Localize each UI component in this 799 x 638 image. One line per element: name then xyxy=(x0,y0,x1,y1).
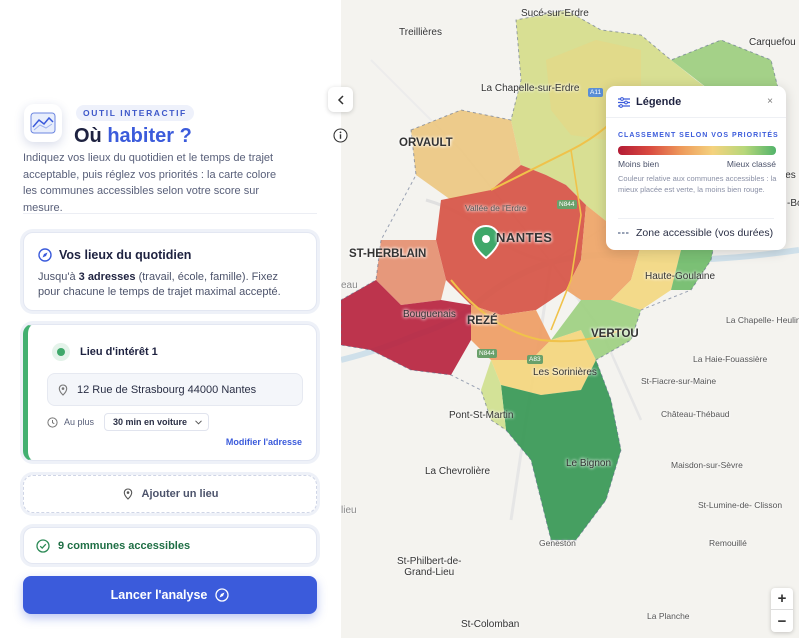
check-circle-icon xyxy=(36,538,50,553)
legend-zone-row: Zone accessible (vos durées) xyxy=(618,227,773,239)
map-label: Maisdon-sur-Sèvre xyxy=(671,460,743,470)
add-place-button[interactable]: Ajouter un lieu xyxy=(23,475,317,513)
sliders-icon xyxy=(618,96,630,108)
dashed-line-icon xyxy=(618,232,630,234)
pin-icon xyxy=(123,488,132,500)
place-status-dot xyxy=(52,343,70,361)
map-label: REZÉ xyxy=(467,315,498,327)
title-accent: habiter ? xyxy=(107,125,192,147)
legend-low: Moins bien xyxy=(618,159,660,169)
place-label: Lieu d'intérêt 1 xyxy=(80,346,158,358)
legend-title: Légende xyxy=(636,96,682,108)
map-label: ST-HERBLAIN xyxy=(349,248,427,260)
place-heading: Lieu d'intérêt 1 xyxy=(52,343,158,361)
zoom-in-button[interactable]: + xyxy=(771,588,793,610)
map-label: Sucé-sur-Erdre xyxy=(521,8,589,19)
run-analysis-label: Lancer l'analyse xyxy=(110,588,208,602)
divider xyxy=(23,213,317,214)
map-label: Vallée de l'Erdre xyxy=(465,203,527,213)
travel-mode-value: 30 min en voiture xyxy=(113,417,188,427)
place-card: Lieu d'intérêt 1 12 Rue de Strasbourg 44… xyxy=(23,324,317,461)
map-label: La Planche xyxy=(647,611,690,621)
address-value: 12 Rue de Strasbourg 44000 Nantes xyxy=(77,383,257,396)
map-label: ORVAULT xyxy=(399,137,453,149)
legend-description: Couleur relative aux communes accessible… xyxy=(618,174,777,194)
legend-zone-label: Zone accessible (vos durées) xyxy=(636,227,774,239)
map-label: St-Lumine-de- Clisson xyxy=(698,500,783,510)
daily-text-prefix: Jusqu'à xyxy=(38,271,79,283)
result-count-label: 9 communes accessibles xyxy=(58,539,191,552)
road-shield: A11 xyxy=(588,88,604,97)
chevron-down-icon xyxy=(195,419,202,425)
map-label: Bouguenais xyxy=(403,309,456,320)
map-label: La Chapelle- Heulin xyxy=(726,315,799,325)
clock-icon xyxy=(47,416,58,428)
road-shield: N844 xyxy=(557,200,577,209)
address-field[interactable]: 12 Rue de Strasbourg 44000 Nantes xyxy=(47,373,303,406)
map-label: Remouillé xyxy=(709,538,747,548)
map-label: La Chevrolière xyxy=(425,466,491,477)
map-label: Haute-Goulaine xyxy=(645,271,716,282)
map-label: -Bo xyxy=(787,198,799,209)
road-shield: A83 xyxy=(527,355,543,364)
compass-icon xyxy=(215,588,230,602)
map-label: La Chapelle-sur-Erdre xyxy=(481,83,580,94)
intro-text: Indiquez vos lieux du quotidien et le te… xyxy=(23,152,277,214)
map-label: Pont-St-Martin xyxy=(449,410,514,421)
daily-places-text: Jusqu'à 3 adresses (travail, école, fami… xyxy=(38,270,300,300)
map-label: St-Colomban xyxy=(461,619,520,630)
map-label: Treillières xyxy=(399,27,442,38)
modify-address-link[interactable]: Modifier l'adresse xyxy=(226,437,302,447)
map-label: La Haie-Fouassière xyxy=(693,354,768,364)
travel-limit-row: Au plus 30 min en voiture xyxy=(47,413,210,431)
legend-header: Légende xyxy=(618,96,681,108)
title-prefix: Où xyxy=(74,125,108,147)
legend-high: Mieux classé xyxy=(726,159,776,169)
side-panel: OUTIL INTERACTIF Où habiter ? Indiquez v… xyxy=(0,0,341,638)
chevron-left-icon xyxy=(337,94,344,105)
map-label: lieu xyxy=(341,505,357,516)
compass-icon xyxy=(38,248,52,262)
legend-ends: Moins bien Mieux classé xyxy=(618,159,776,169)
legend-gradient xyxy=(618,146,776,155)
map-label: Le Bignon xyxy=(566,458,612,469)
travel-mode-select[interactable]: 30 min en voiture xyxy=(104,413,210,431)
run-analysis-button[interactable]: Lancer l'analyse xyxy=(23,576,317,614)
add-place-label: Ajouter un lieu xyxy=(141,488,219,500)
road-shield: N844 xyxy=(477,349,497,358)
info-icon xyxy=(333,128,348,143)
legend-panel: Légende × CLASSEMENT SELON VOS PRIORITÉS… xyxy=(606,86,786,250)
pin-icon xyxy=(58,383,68,396)
zoom-control: + − xyxy=(771,588,793,632)
daily-text-bold: 3 adresses xyxy=(78,271,136,283)
map-label: Geneston xyxy=(539,538,576,548)
daily-places-card: Vos lieux du quotidien Jusqu'à 3 adresse… xyxy=(23,232,317,311)
result-count-card: 9 communes accessibles xyxy=(23,527,317,564)
zoom-out-button[interactable]: − xyxy=(771,610,793,632)
map-label: St-Philbert-de- Grand-Lieu xyxy=(397,556,462,578)
max-label: Au plus xyxy=(64,417,95,427)
info-button[interactable] xyxy=(331,126,350,145)
tool-badge: OUTIL INTERACTIF xyxy=(76,105,194,121)
close-icon[interactable]: × xyxy=(767,96,773,107)
map-label: Château-Thébaud xyxy=(661,409,730,419)
map-search-icon xyxy=(24,104,62,142)
collapse-panel-button[interactable] xyxy=(328,87,353,112)
map-label: NANTES xyxy=(496,230,553,245)
daily-places-title: Vos lieux du quotidien xyxy=(59,248,192,262)
map-label: Les Sorinières xyxy=(533,367,597,378)
map-label: VERTOU xyxy=(591,328,639,340)
legend-section: CLASSEMENT SELON VOS PRIORITÉS xyxy=(618,132,779,139)
map-label: St-Fiacre-sur-Maine xyxy=(641,376,717,386)
daily-places-heading: Vos lieux du quotidien xyxy=(38,248,191,262)
map-label: eau xyxy=(341,280,358,291)
page-title: Où habiter ? xyxy=(74,125,192,148)
map-label: Carquefou xyxy=(749,37,796,48)
